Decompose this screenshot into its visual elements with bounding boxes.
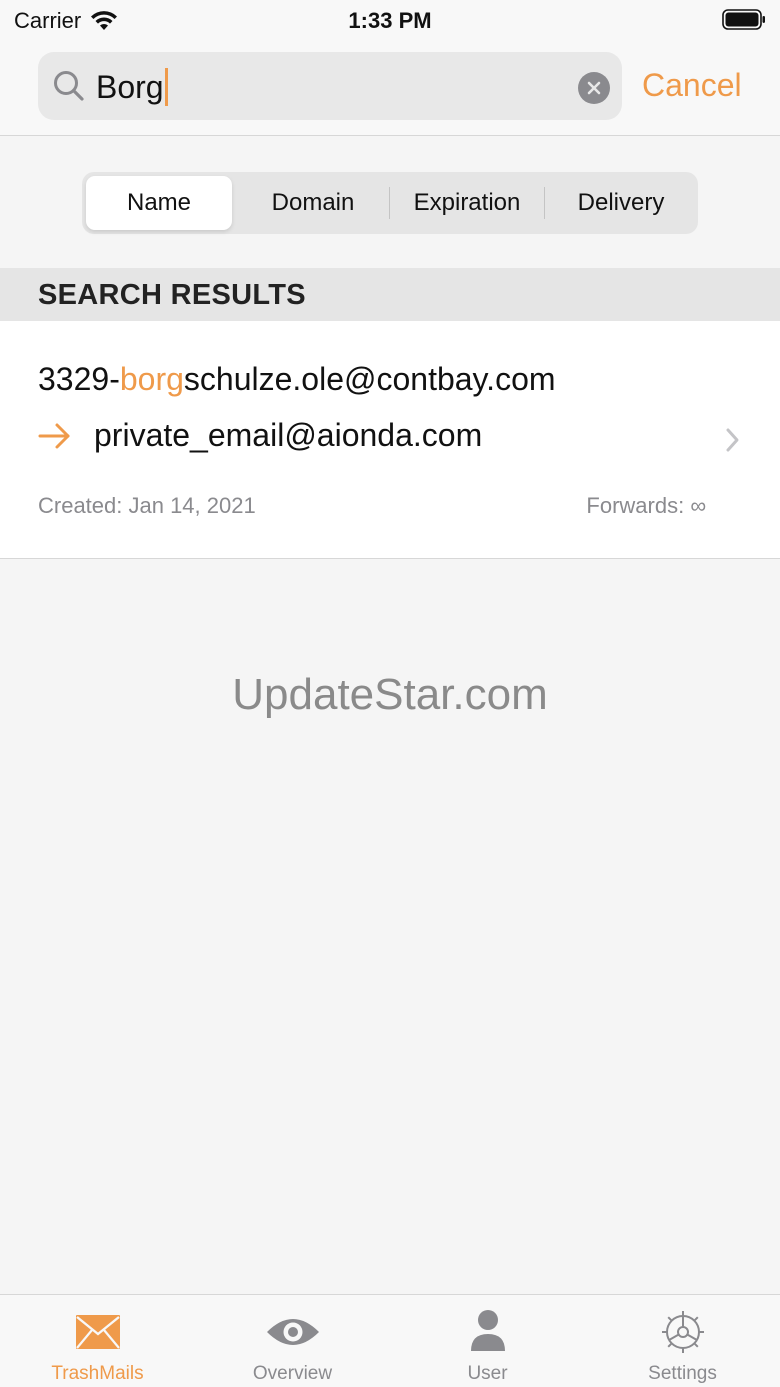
forward-target-address: private_email@aionda.com xyxy=(94,417,483,453)
tab-user[interactable]: User xyxy=(390,1295,585,1387)
segment-domain[interactable]: Domain xyxy=(240,176,386,230)
search-result-row[interactable]: 3329-borgschulze.ole@contbay.com private… xyxy=(0,321,780,559)
search-icon xyxy=(54,71,84,101)
tab-bar: TrashMails Overview User Settings xyxy=(0,1294,780,1387)
search-text[interactable]: Borg xyxy=(96,68,168,106)
tab-label: TrashMails xyxy=(51,1363,144,1384)
search-scope-segmented-control: Name Domain Expiration Delivery xyxy=(82,172,698,234)
status-bar: Carrier 1:33 PM xyxy=(0,0,780,40)
segment-divider xyxy=(389,187,390,219)
tab-overview[interactable]: Overview xyxy=(195,1295,390,1387)
segment-name[interactable]: Name xyxy=(86,176,232,230)
forward-row: private_email@aionda.com xyxy=(38,417,482,454)
watermark-text: UpdateStar.com xyxy=(232,670,548,719)
tab-label: Settings xyxy=(648,1363,717,1384)
gear-icon xyxy=(585,1309,780,1355)
eye-icon xyxy=(195,1309,390,1355)
search-input[interactable]: Borg xyxy=(38,52,622,120)
segment-delivery[interactable]: Delivery xyxy=(548,176,694,230)
text-caret xyxy=(164,68,168,106)
segment-expiration[interactable]: Expiration xyxy=(394,176,540,230)
battery-icon xyxy=(722,9,765,30)
close-icon xyxy=(587,81,601,95)
tab-settings[interactable]: Settings xyxy=(585,1295,780,1387)
cancel-button[interactable]: Cancel xyxy=(642,67,742,104)
alias-match-highlight: borg xyxy=(119,361,184,397)
tab-label: User xyxy=(467,1363,508,1384)
segment-divider xyxy=(544,187,545,219)
alias-prefix: 3329- xyxy=(38,361,120,397)
search-row: Borg Cancel xyxy=(0,52,780,122)
tab-trashmails[interactable]: TrashMails xyxy=(0,1295,195,1387)
forwards-count: Forwards: ∞ xyxy=(586,493,706,518)
search-value: Borg xyxy=(96,68,164,105)
section-header: SEARCH RESULTS xyxy=(0,268,780,321)
person-icon xyxy=(390,1309,585,1355)
alias-suffix: schulze.ole@contbay.com xyxy=(183,361,556,397)
navigation-header: Carrier 1:33 PM Borg Cancel xyxy=(0,0,780,136)
clear-search-button[interactable] xyxy=(578,72,610,104)
created-date: Created: Jan 14, 2021 xyxy=(38,493,256,518)
status-time: 1:33 PM xyxy=(348,8,432,33)
alias-address: 3329-borgschulze.ole@contbay.com xyxy=(38,361,556,398)
envelope-icon xyxy=(0,1309,195,1355)
chevron-right-icon xyxy=(726,428,739,452)
arrow-right-icon xyxy=(38,423,70,448)
section-title: SEARCH RESULTS xyxy=(38,279,306,311)
tab-label: Overview xyxy=(252,1363,333,1384)
